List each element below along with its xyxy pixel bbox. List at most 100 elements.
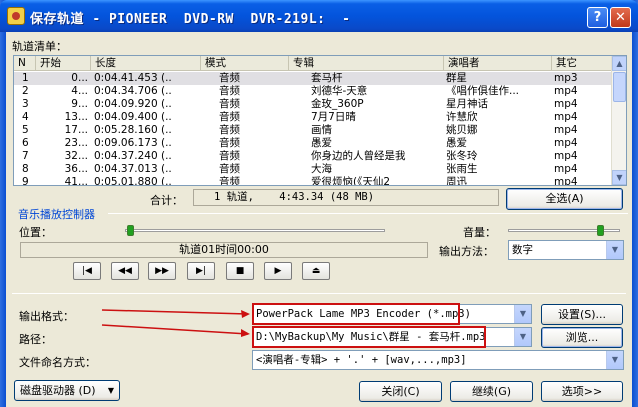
cell-album: 金玫_360P bbox=[311, 98, 364, 110]
cell-start: 32... bbox=[64, 150, 88, 162]
browse-button[interactable]: 浏览... bbox=[541, 327, 623, 348]
output-method-select[interactable]: 数字 ▼ bbox=[508, 240, 624, 260]
cell-length: 0:04.34.706 (.. bbox=[94, 85, 172, 97]
continue-button[interactable]: 继续(G) bbox=[450, 381, 533, 402]
cell-other: mp4 bbox=[554, 111, 578, 123]
disk-drive-label: 磁盘驱动器 (D) bbox=[20, 384, 96, 397]
cell-n: 2 bbox=[22, 85, 29, 97]
table-row[interactable]: 2 4... 0:04.34.706 (.. 音频 刘德华-天意 《唱作俱佳作.… bbox=[14, 85, 612, 98]
volume-slider-thumb[interactable] bbox=[596, 225, 604, 236]
stop-icon[interactable]: ■ bbox=[226, 262, 254, 280]
position-slider-thumb[interactable] bbox=[127, 225, 135, 236]
table-row[interactable]: 7 32... 0:04.37.240 (.. 音频 你身边的人曾经是我 张冬玲… bbox=[14, 150, 612, 163]
cell-n: 4 bbox=[22, 111, 29, 123]
summary-label: 合计： bbox=[150, 194, 183, 207]
path-label: 路径： bbox=[19, 333, 52, 346]
table-row[interactable]: 5 17... 0:05.28.160 (.. 音频 画情 姚贝娜 mp4 bbox=[14, 124, 612, 137]
cell-other: mp4 bbox=[554, 98, 578, 110]
disk-drive-button[interactable]: 磁盘驱动器 (D) ▼ bbox=[14, 380, 120, 401]
cell-start: 23... bbox=[64, 137, 88, 149]
output-method-value: 数字 bbox=[512, 244, 533, 256]
column-n[interactable]: N bbox=[14, 56, 36, 71]
chevron-down-icon[interactable]: ▼ bbox=[514, 328, 531, 346]
table-row[interactable]: 1 0... 0:04.41.453 (.. 音频 套马杆 群星 mp3 bbox=[14, 72, 612, 85]
output-method-label: 输出方法： bbox=[439, 245, 494, 258]
cell-mode: 音频 bbox=[219, 85, 240, 97]
column-other[interactable]: 其它 bbox=[552, 56, 612, 71]
table-row[interactable]: 6 23... 0:09.06.173 (.. 音频 愚爱 愚爱 mp4 bbox=[14, 137, 612, 150]
playback-status: 轨道01时间00:00 bbox=[20, 242, 428, 258]
select-all-button[interactable]: 全选(A) bbox=[506, 188, 623, 210]
player-divider bbox=[108, 213, 628, 214]
table-row[interactable]: 4 13... 0:04.09.400 (.. 音频 7月7日晴 许慧欣 mp4 bbox=[14, 111, 612, 124]
cell-mode: 音频 bbox=[219, 98, 240, 110]
cell-mode: 音频 bbox=[219, 111, 240, 123]
scroll-up-icon[interactable]: ▲ bbox=[612, 56, 626, 71]
track-list-scrollbar[interactable]: ▲ ▼ bbox=[611, 56, 626, 185]
scroll-down-icon[interactable]: ▼ bbox=[612, 170, 626, 185]
column-start[interactable]: 开始 bbox=[36, 56, 91, 71]
annotation-arrowhead-format bbox=[241, 310, 250, 318]
cell-mode: 音频 bbox=[219, 124, 240, 136]
cell-other: mp4 bbox=[554, 124, 578, 136]
window-right-edge bbox=[632, 0, 638, 407]
position-slider-track[interactable] bbox=[125, 229, 385, 232]
cell-n: 8 bbox=[22, 163, 29, 175]
options-button[interactable]: 选项>> bbox=[541, 381, 623, 402]
cell-n: 3 bbox=[22, 98, 29, 110]
rewind-icon[interactable]: ◀◀ bbox=[111, 262, 139, 280]
table-row[interactable]: 3 9... 0:04.09.920 (.. 音频 金玫_360P 星月神话 m… bbox=[14, 98, 612, 111]
cell-artist: 姚贝娜 bbox=[446, 124, 478, 136]
cell-length: 0:09.06.173 (.. bbox=[94, 137, 172, 149]
cell-mode: 音频 bbox=[219, 72, 240, 84]
title-bar[interactable]: 保存轨道 - PIONEER DVD-RW DVR-219L: - ? ✕ bbox=[0, 0, 638, 32]
output-divider bbox=[12, 293, 626, 294]
cell-mode: 音频 bbox=[219, 137, 240, 149]
skip-forward-icon[interactable]: ▶| bbox=[187, 262, 215, 280]
play-icon[interactable]: ▶ bbox=[264, 262, 292, 280]
cell-album: 你身边的人曾经是我 bbox=[311, 150, 406, 162]
track-list-header: N 开始 长度 模式 专辑 演唱者 其它 bbox=[14, 56, 612, 71]
cell-length: 0:04.37.240 (.. bbox=[94, 150, 172, 162]
close-button[interactable]: 关闭(C) bbox=[359, 381, 442, 402]
table-row[interactable]: 8 36... 0:04.37.013 (.. 音频 大海 张雨生 mp4 bbox=[14, 163, 612, 176]
cell-start: 13... bbox=[64, 111, 88, 123]
chevron-down-icon[interactable]: ▼ bbox=[606, 241, 623, 259]
cell-start: 17... bbox=[64, 124, 88, 136]
cell-album: 画情 bbox=[311, 124, 332, 136]
cell-start: 4... bbox=[71, 85, 88, 97]
cell-length: 0:05.28.160 (.. bbox=[94, 124, 172, 136]
cell-artist: 群星 bbox=[446, 72, 467, 84]
position-label: 位置： bbox=[19, 226, 52, 239]
cell-mode: 音频 bbox=[219, 163, 240, 175]
column-length[interactable]: 长度 bbox=[91, 56, 201, 71]
column-album[interactable]: 专辑 bbox=[289, 56, 444, 71]
chevron-down-icon[interactable]: ▼ bbox=[606, 351, 623, 369]
column-mode[interactable]: 模式 bbox=[201, 56, 289, 71]
fast-forward-icon[interactable]: ▶▶ bbox=[148, 262, 176, 280]
cell-length: 0:04.37.013 (.. bbox=[94, 163, 172, 175]
chevron-down-icon[interactable]: ▼ bbox=[514, 305, 531, 323]
table-row[interactable]: 9 41... 0:05.01.880 (.. 音频 爱很烦恼(《天仙2 周迅 … bbox=[14, 176, 612, 186]
column-artist[interactable]: 演唱者 bbox=[444, 56, 552, 71]
cell-start: 41... bbox=[64, 176, 88, 186]
cell-album: 爱很烦恼(《天仙2 bbox=[311, 176, 391, 186]
help-button[interactable]: ? bbox=[587, 7, 608, 28]
cell-mode: 音频 bbox=[219, 176, 240, 186]
cell-album: 愚爱 bbox=[311, 137, 332, 149]
cell-artist: 愚爱 bbox=[446, 137, 467, 149]
scroll-thumb[interactable] bbox=[613, 72, 626, 102]
track-list[interactable]: N 开始 长度 模式 专辑 演唱者 其它 1 0... 0:04.41.453 … bbox=[13, 55, 627, 186]
skip-back-icon[interactable]: |◀ bbox=[73, 262, 101, 280]
cell-other: mp3 bbox=[554, 72, 578, 84]
annotation-arrow-format bbox=[101, 309, 249, 315]
cell-other: mp4 bbox=[554, 163, 578, 175]
settings-button[interactable]: 设置(S)... bbox=[541, 304, 623, 325]
close-window-button[interactable]: ✕ bbox=[610, 7, 631, 28]
volume-label: 音量： bbox=[463, 226, 496, 239]
eject-icon[interactable]: ⏏ bbox=[302, 262, 330, 280]
annotation-box-path bbox=[252, 326, 486, 348]
cell-artist: 周迅 bbox=[446, 176, 467, 186]
cell-other: mp4 bbox=[554, 176, 578, 186]
naming-select[interactable]: <演唱者-专辑> + '.' + [wav,...,mp3] ▼ bbox=[252, 350, 624, 370]
